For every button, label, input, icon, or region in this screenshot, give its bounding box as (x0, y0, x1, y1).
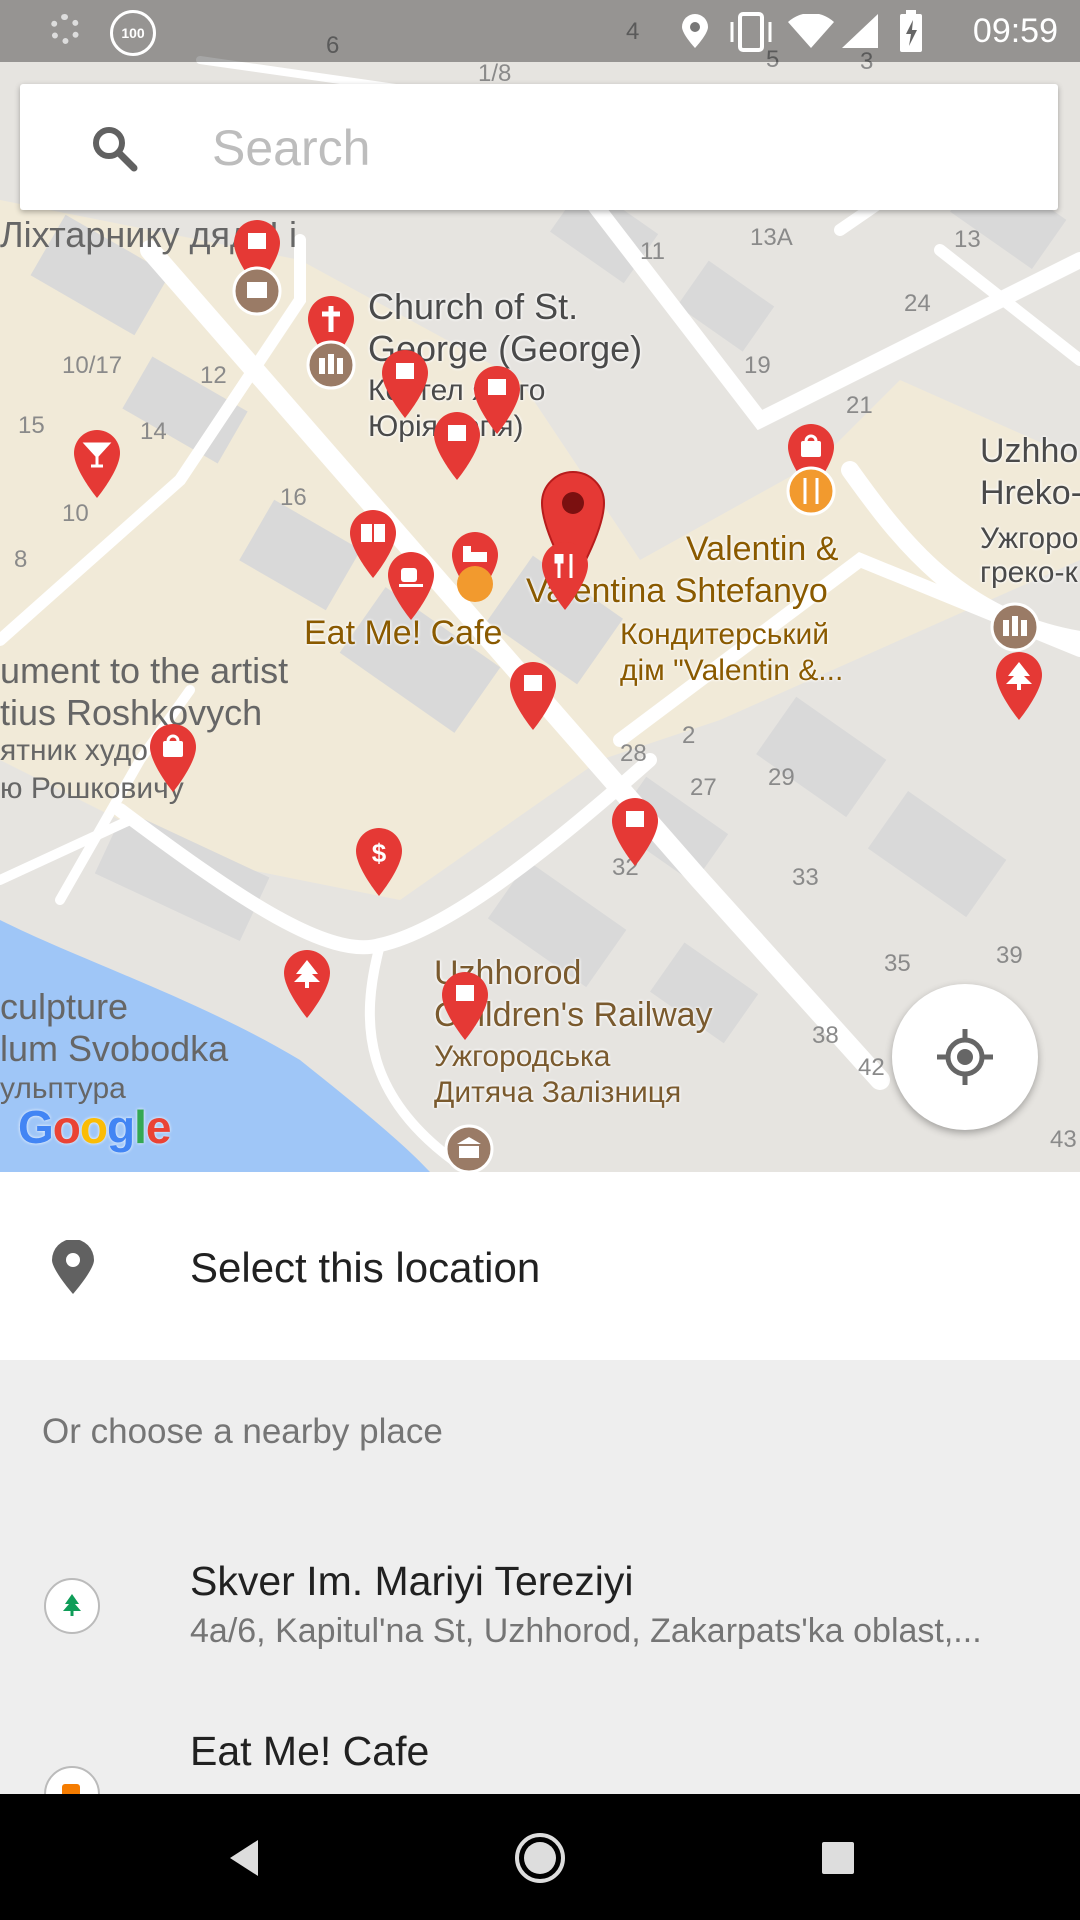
house-number: 38 (812, 1022, 839, 1049)
map-poi-label-uk[interactable]: греко-к (980, 556, 1078, 590)
house-number: 43 (1050, 1126, 1077, 1153)
map-monument-label: tius Roshkovych (0, 692, 263, 733)
food-poi-icon[interactable] (450, 566, 500, 606)
house-number: 21 (846, 392, 873, 419)
house-number: 14 (140, 418, 167, 445)
wifi-icon (788, 14, 834, 48)
map-poi-label-uk[interactable]: Кондитерський (620, 618, 829, 652)
hospital-poi-icon[interactable] (232, 266, 282, 316)
poi-shop-pin[interactable] (610, 796, 660, 868)
house-number: 29 (768, 764, 795, 791)
restaurant-poi-icon[interactable] (786, 466, 836, 516)
my-location-button[interactable] (892, 984, 1038, 1130)
map-poi-label-uk[interactable]: Ужгоро (980, 522, 1078, 556)
landmark-poi-icon[interactable] (306, 340, 356, 390)
house-number: 13А (750, 224, 793, 251)
house-number: 19 (744, 352, 771, 379)
place-name: Skver Im. Mariyi Tereziyi (190, 1558, 634, 1604)
park-pin[interactable] (282, 948, 332, 1020)
map-poi-label[interactable]: Church of St. (368, 286, 578, 328)
museum-poi-icon[interactable] (444, 1124, 494, 1172)
nearby-header: Or choose a nearby place (42, 1412, 443, 1451)
loading-icon (50, 14, 80, 44)
park-pin[interactable] (994, 650, 1044, 722)
location-icon (682, 14, 708, 48)
back-icon[interactable] (220, 1828, 280, 1888)
house-number: 15 (18, 412, 45, 439)
house-number: 10/17 (62, 352, 123, 379)
search-icon (93, 127, 138, 172)
clock: 09:59 (972, 12, 1058, 50)
google-logo: Google (18, 1101, 171, 1153)
park-icon (44, 1578, 100, 1634)
crosshair-icon (937, 1029, 993, 1085)
list-item[interactable]: Skver Im. Mariyi Tereziyi 4a/6, Kapitul'… (0, 1540, 1080, 1710)
search-bar[interactable] (20, 84, 1058, 210)
map-poi-label-uk[interactable]: Дитяча Залізниця (434, 1076, 681, 1110)
nearby-places-list[interactable]: Or choose a nearby place Skver Im. Mariy… (0, 1360, 1080, 1794)
shopping-pin[interactable] (148, 722, 198, 794)
vibrate-icon (730, 12, 772, 52)
house-number: 24 (904, 290, 931, 317)
poi-shop-pin[interactable] (508, 660, 558, 732)
house-number: 35 (884, 950, 911, 977)
house-number: 16 (280, 484, 307, 511)
place-name: Eat Me! Cafe (190, 1728, 430, 1774)
house-number: 12 (200, 362, 227, 389)
cafe-pin[interactable] (386, 550, 436, 622)
poi-shop-pin[interactable] (440, 970, 490, 1042)
map-sculpture-label: culpture (0, 986, 129, 1027)
select-location-label: Select this location (190, 1244, 541, 1291)
house-number: 13 (954, 226, 981, 253)
map-poi-label-uk[interactable]: дім "Valentin &... (620, 654, 843, 688)
battery-saver-icon: 100 (110, 10, 156, 56)
landmark-poi-icon[interactable] (990, 602, 1040, 652)
house-number: 33 (792, 864, 819, 891)
map-poi-label-uk[interactable]: Ужгородська (434, 1040, 610, 1074)
navigation-bar (0, 1794, 1080, 1920)
house-number: 8 (14, 546, 28, 573)
search-input[interactable] (210, 110, 1014, 186)
poi-shop-pin[interactable] (432, 410, 482, 482)
location-pin-icon (52, 1240, 94, 1294)
bank-pin[interactable]: $ (354, 826, 404, 898)
recents-icon[interactable] (808, 1828, 868, 1888)
battery-charging-icon (900, 10, 922, 52)
select-this-location-row[interactable]: Select this location (0, 1172, 1080, 1360)
house-number: 27 (690, 774, 717, 801)
map-poi-label[interactable]: Hreko- (980, 474, 1080, 513)
map-poi-label[interactable]: Uzhho (980, 432, 1078, 471)
list-item[interactable]: Eat Me! Cafe (0, 1710, 1080, 1794)
svg-text:$: $ (372, 838, 387, 868)
map-monument-label: ument to the artist (0, 650, 289, 691)
house-number: 11 (640, 238, 665, 265)
map-sculpture-label: lum Svobodka (0, 1028, 229, 1069)
house-number: 2 (682, 722, 696, 749)
cafe-icon (44, 1766, 100, 1794)
signal-icon (842, 14, 878, 48)
house-number: 42 (858, 1054, 885, 1081)
status-bar: 100 09:59 (0, 0, 1080, 62)
house-number: 39 (996, 942, 1023, 969)
house-number: 28 (620, 740, 647, 767)
restaurant-pin[interactable] (540, 540, 590, 612)
home-icon[interactable] (510, 1828, 570, 1888)
place-address: 4a/6, Kapitul'na St, Uzhhorod, Zakarpats… (190, 1612, 982, 1650)
poi-shop-pin[interactable] (380, 348, 430, 420)
house-number: 10 (62, 500, 89, 527)
map-poi-label[interactable]: Valentin & (686, 530, 838, 569)
bar-pin[interactable] (72, 428, 122, 500)
